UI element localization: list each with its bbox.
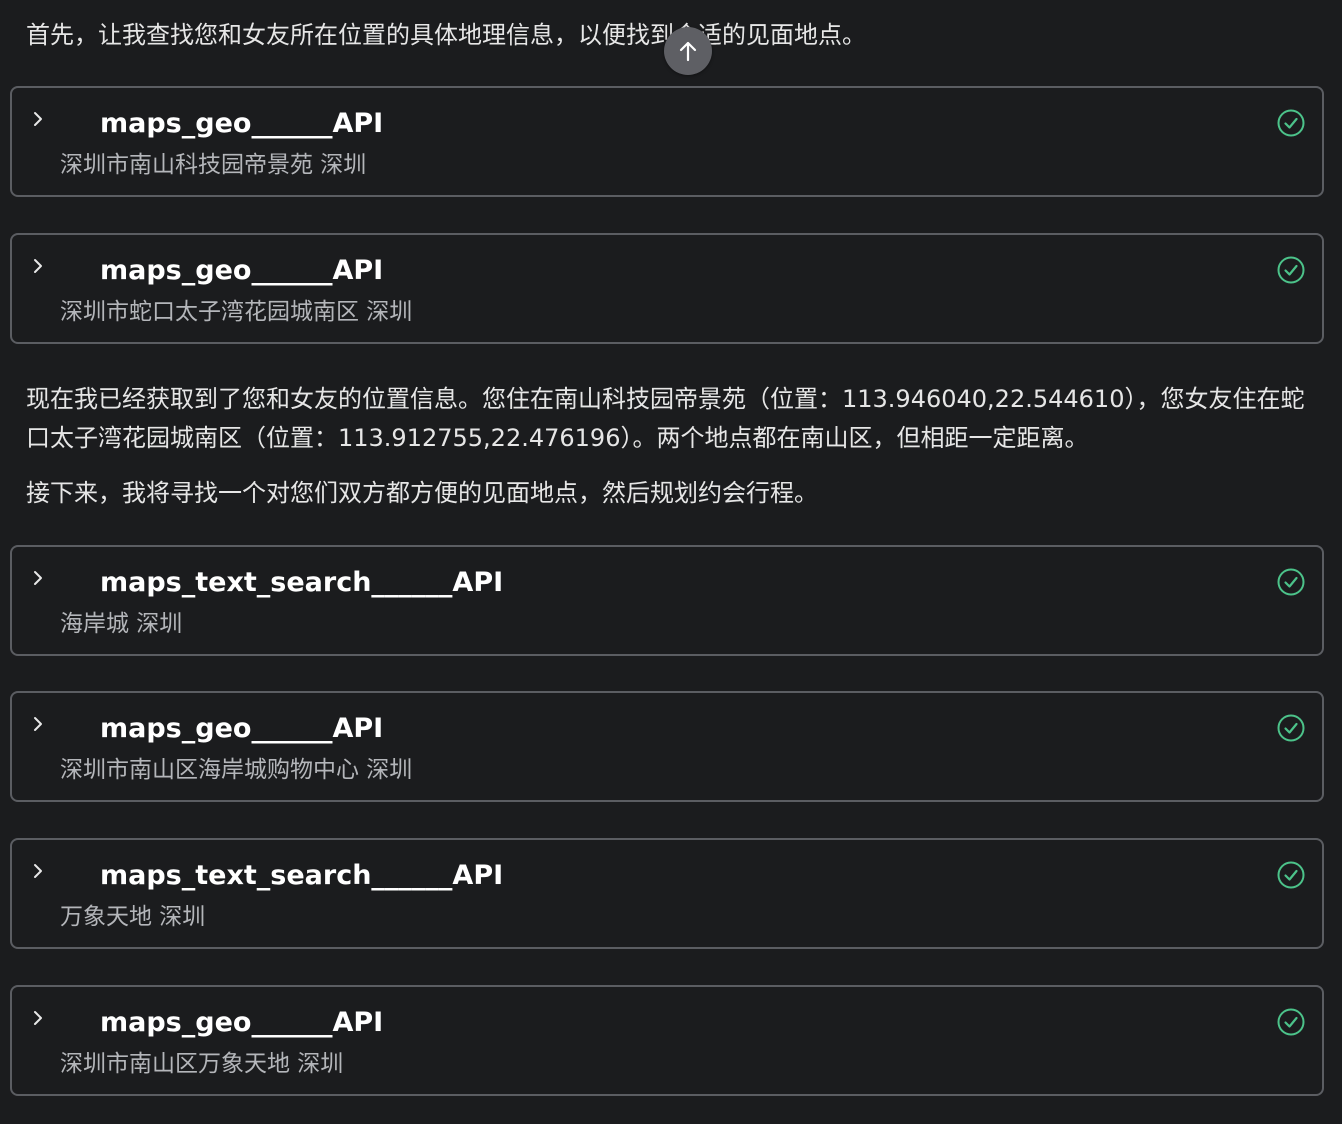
check-circle-icon [1276, 860, 1306, 890]
tool-call-card[interactable]: maps_geo______API 深圳市南山科技园帝景苑 深圳 [10, 86, 1324, 197]
tool-args: 深圳市南山区海岸城购物中心 深圳 [60, 757, 413, 783]
location-summary-message: 现在我已经获取到了您和女友的位置信息。您住在南山科技园帝景苑（位置：113.94… [26, 385, 1305, 452]
check-circle-icon [1276, 1007, 1306, 1037]
arrow-up-icon [677, 39, 699, 63]
tool-call-card[interactable]: maps_geo______API 深圳市南山区海岸城购物中心 深圳 [10, 691, 1324, 802]
tool-args: 深圳市蛇口太子湾花园城南区 深圳 [60, 299, 413, 325]
tool-name: maps_geo______API [100, 713, 384, 744]
tool-args: 万象天地 深圳 [60, 904, 206, 930]
check-circle-icon [1276, 713, 1306, 743]
tool-args: 深圳市南山区万象天地 深圳 [60, 1051, 344, 1077]
tool-name: maps_geo______API [100, 255, 384, 286]
chevron-right-icon[interactable] [30, 569, 46, 587]
tool-call-card[interactable]: maps_text_search______API 海岸城 深圳 [10, 545, 1324, 656]
chevron-right-icon[interactable] [30, 715, 46, 733]
scroll-to-top-button[interactable] [664, 27, 712, 75]
check-circle-icon [1276, 255, 1306, 285]
tool-call-card[interactable]: maps_geo______API 深圳市南山区万象天地 深圳 [10, 985, 1324, 1096]
check-circle-icon [1276, 567, 1306, 597]
tool-name: maps_text_search______API [100, 860, 504, 891]
tool-name: maps_text_search______API [100, 567, 504, 598]
tool-call-card[interactable]: maps_geo______API 深圳市蛇口太子湾花园城南区 深圳 [10, 233, 1324, 344]
chevron-right-icon[interactable] [30, 257, 46, 275]
chevron-right-icon[interactable] [30, 110, 46, 128]
tool-args: 深圳市南山科技园帝景苑 深圳 [60, 152, 367, 178]
tool-args: 海岸城 深圳 [60, 611, 183, 637]
next-step-message: 接下来，我将寻找一个对您们双方都方便的见面地点，然后规划约会行程。 [26, 479, 818, 507]
chevron-right-icon[interactable] [30, 862, 46, 880]
tool-name: maps_geo______API [100, 108, 384, 139]
chevron-right-icon[interactable] [30, 1009, 46, 1027]
tool-name: maps_geo______API [100, 1007, 384, 1038]
check-circle-icon [1276, 108, 1306, 138]
tool-call-card[interactable]: maps_text_search______API 万象天地 深圳 [10, 838, 1324, 949]
